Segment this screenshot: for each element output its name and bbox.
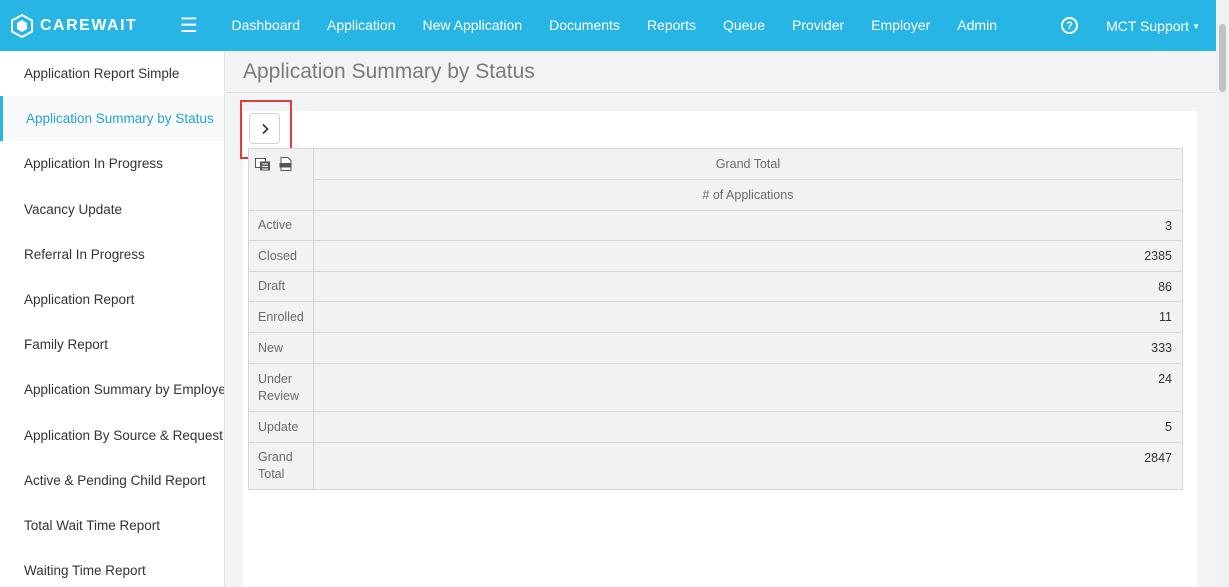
brand-logo[interactable]: CAREWAIT xyxy=(10,13,160,38)
spreadsheet-export-icon[interactable] xyxy=(255,158,271,171)
sidebar-item-application-in-progress[interactable]: Application In Progress xyxy=(0,141,224,186)
nav-admin[interactable]: Admin xyxy=(944,0,1011,51)
row-value: 11 xyxy=(312,301,1184,333)
table-row: Enrolled 11 xyxy=(248,301,1184,333)
nav-reports[interactable]: Reports xyxy=(633,0,709,51)
sidebar-item-waiting-time-report[interactable]: Waiting Time Report xyxy=(0,548,224,587)
sidebar-item-application-summary-by-employer[interactable]: Application Summary by Employer xyxy=(0,367,224,412)
document-export-icon[interactable] xyxy=(279,157,292,171)
row-value: 2385 xyxy=(312,240,1184,272)
page-title: Application Summary by Status xyxy=(243,60,535,83)
row-label: Active xyxy=(248,210,314,241)
top-navbar: CAREWAIT ☰ Dashboard Application New App… xyxy=(0,0,1216,51)
row-value: 2847 xyxy=(312,442,1184,490)
question-circle-icon[interactable]: ? xyxy=(1061,17,1079,34)
report-sidebar: Application Report Simple Application Su… xyxy=(0,51,225,587)
row-value: 86 xyxy=(312,271,1184,302)
table-row: Draft 86 xyxy=(248,271,1184,302)
sidebar-item-application-report-simple[interactable]: Application Report Simple xyxy=(0,51,224,96)
table-row: Under Review 24 xyxy=(248,363,1184,412)
sidebar-item-application-report[interactable]: Application Report xyxy=(0,277,224,322)
column-group-header: Grand Total xyxy=(312,148,1184,180)
sidebar-item-total-wait-time-report[interactable]: Total Wait Time Report xyxy=(0,503,224,548)
row-label: Draft xyxy=(248,271,314,302)
row-label: Enrolled xyxy=(248,301,314,333)
nav-application[interactable]: Application xyxy=(314,0,410,51)
row-label: Update xyxy=(248,411,314,443)
measure-header: # of Applications xyxy=(312,179,1184,211)
page-scrollbar[interactable] xyxy=(1216,0,1229,587)
nav-provider[interactable]: Provider xyxy=(779,0,858,51)
nav-queue[interactable]: Queue xyxy=(709,0,778,51)
row-label: Closed xyxy=(248,240,314,272)
row-value: 3 xyxy=(312,210,1184,241)
pivot-table: Grand Total # of Applications Active 3 C… xyxy=(248,148,1184,490)
sidebar-item-referral-in-progress[interactable]: Referral In Progress xyxy=(0,232,224,277)
nav-new-application[interactable]: New Application xyxy=(409,0,536,51)
carewait-logo-icon xyxy=(11,13,33,38)
report-panel: Grand Total # of Applications Active 3 C… xyxy=(240,100,1197,587)
row-value: 333 xyxy=(312,332,1184,364)
main-nav: Dashboard Application New Application Do… xyxy=(218,0,1010,51)
brand-name: CAREWAIT xyxy=(40,16,138,34)
table-row: Grand Total 2847 xyxy=(248,442,1184,490)
nav-documents[interactable]: Documents xyxy=(536,0,634,51)
pivot-corner xyxy=(248,148,314,211)
row-label: Under Review xyxy=(248,363,314,412)
caret-down-icon: ▼ xyxy=(1192,22,1200,32)
row-label: Grand Total xyxy=(248,442,314,490)
nav-employer[interactable]: Employer xyxy=(858,0,944,51)
top-right-controls: ? MCT Support ▼ xyxy=(1061,0,1200,51)
sidebar-item-application-by-source-request-date[interactable]: Application By Source & Request Date xyxy=(0,413,224,458)
table-row: Active 3 xyxy=(248,210,1184,241)
chevron-right-icon xyxy=(261,123,269,134)
nav-dashboard[interactable]: Dashboard xyxy=(218,0,314,51)
table-row: Closed 2385 xyxy=(248,240,1184,272)
table-row: New 333 xyxy=(248,332,1184,364)
expand-panel-button[interactable] xyxy=(249,113,280,144)
title-divider xyxy=(226,92,1216,93)
user-name: MCT Support xyxy=(1106,17,1190,34)
table-row: Update 5 xyxy=(248,411,1184,443)
scrollbar-thumb[interactable] xyxy=(1219,24,1226,92)
row-value: 5 xyxy=(312,411,1184,443)
sidebar-item-vacancy-update[interactable]: Vacancy Update xyxy=(0,187,224,232)
sidebar-item-family-report[interactable]: Family Report xyxy=(0,322,224,367)
user-menu[interactable]: MCT Support ▼ xyxy=(1106,18,1200,34)
sidebar-item-application-summary-by-status[interactable]: Application Summary by Status xyxy=(0,96,224,142)
row-value: 24 xyxy=(312,363,1184,412)
hamburger-menu-icon[interactable]: ☰ xyxy=(178,13,200,38)
sidebar-item-active-pending-child-report[interactable]: Active & Pending Child Report xyxy=(0,458,224,503)
row-label: New xyxy=(248,332,314,364)
